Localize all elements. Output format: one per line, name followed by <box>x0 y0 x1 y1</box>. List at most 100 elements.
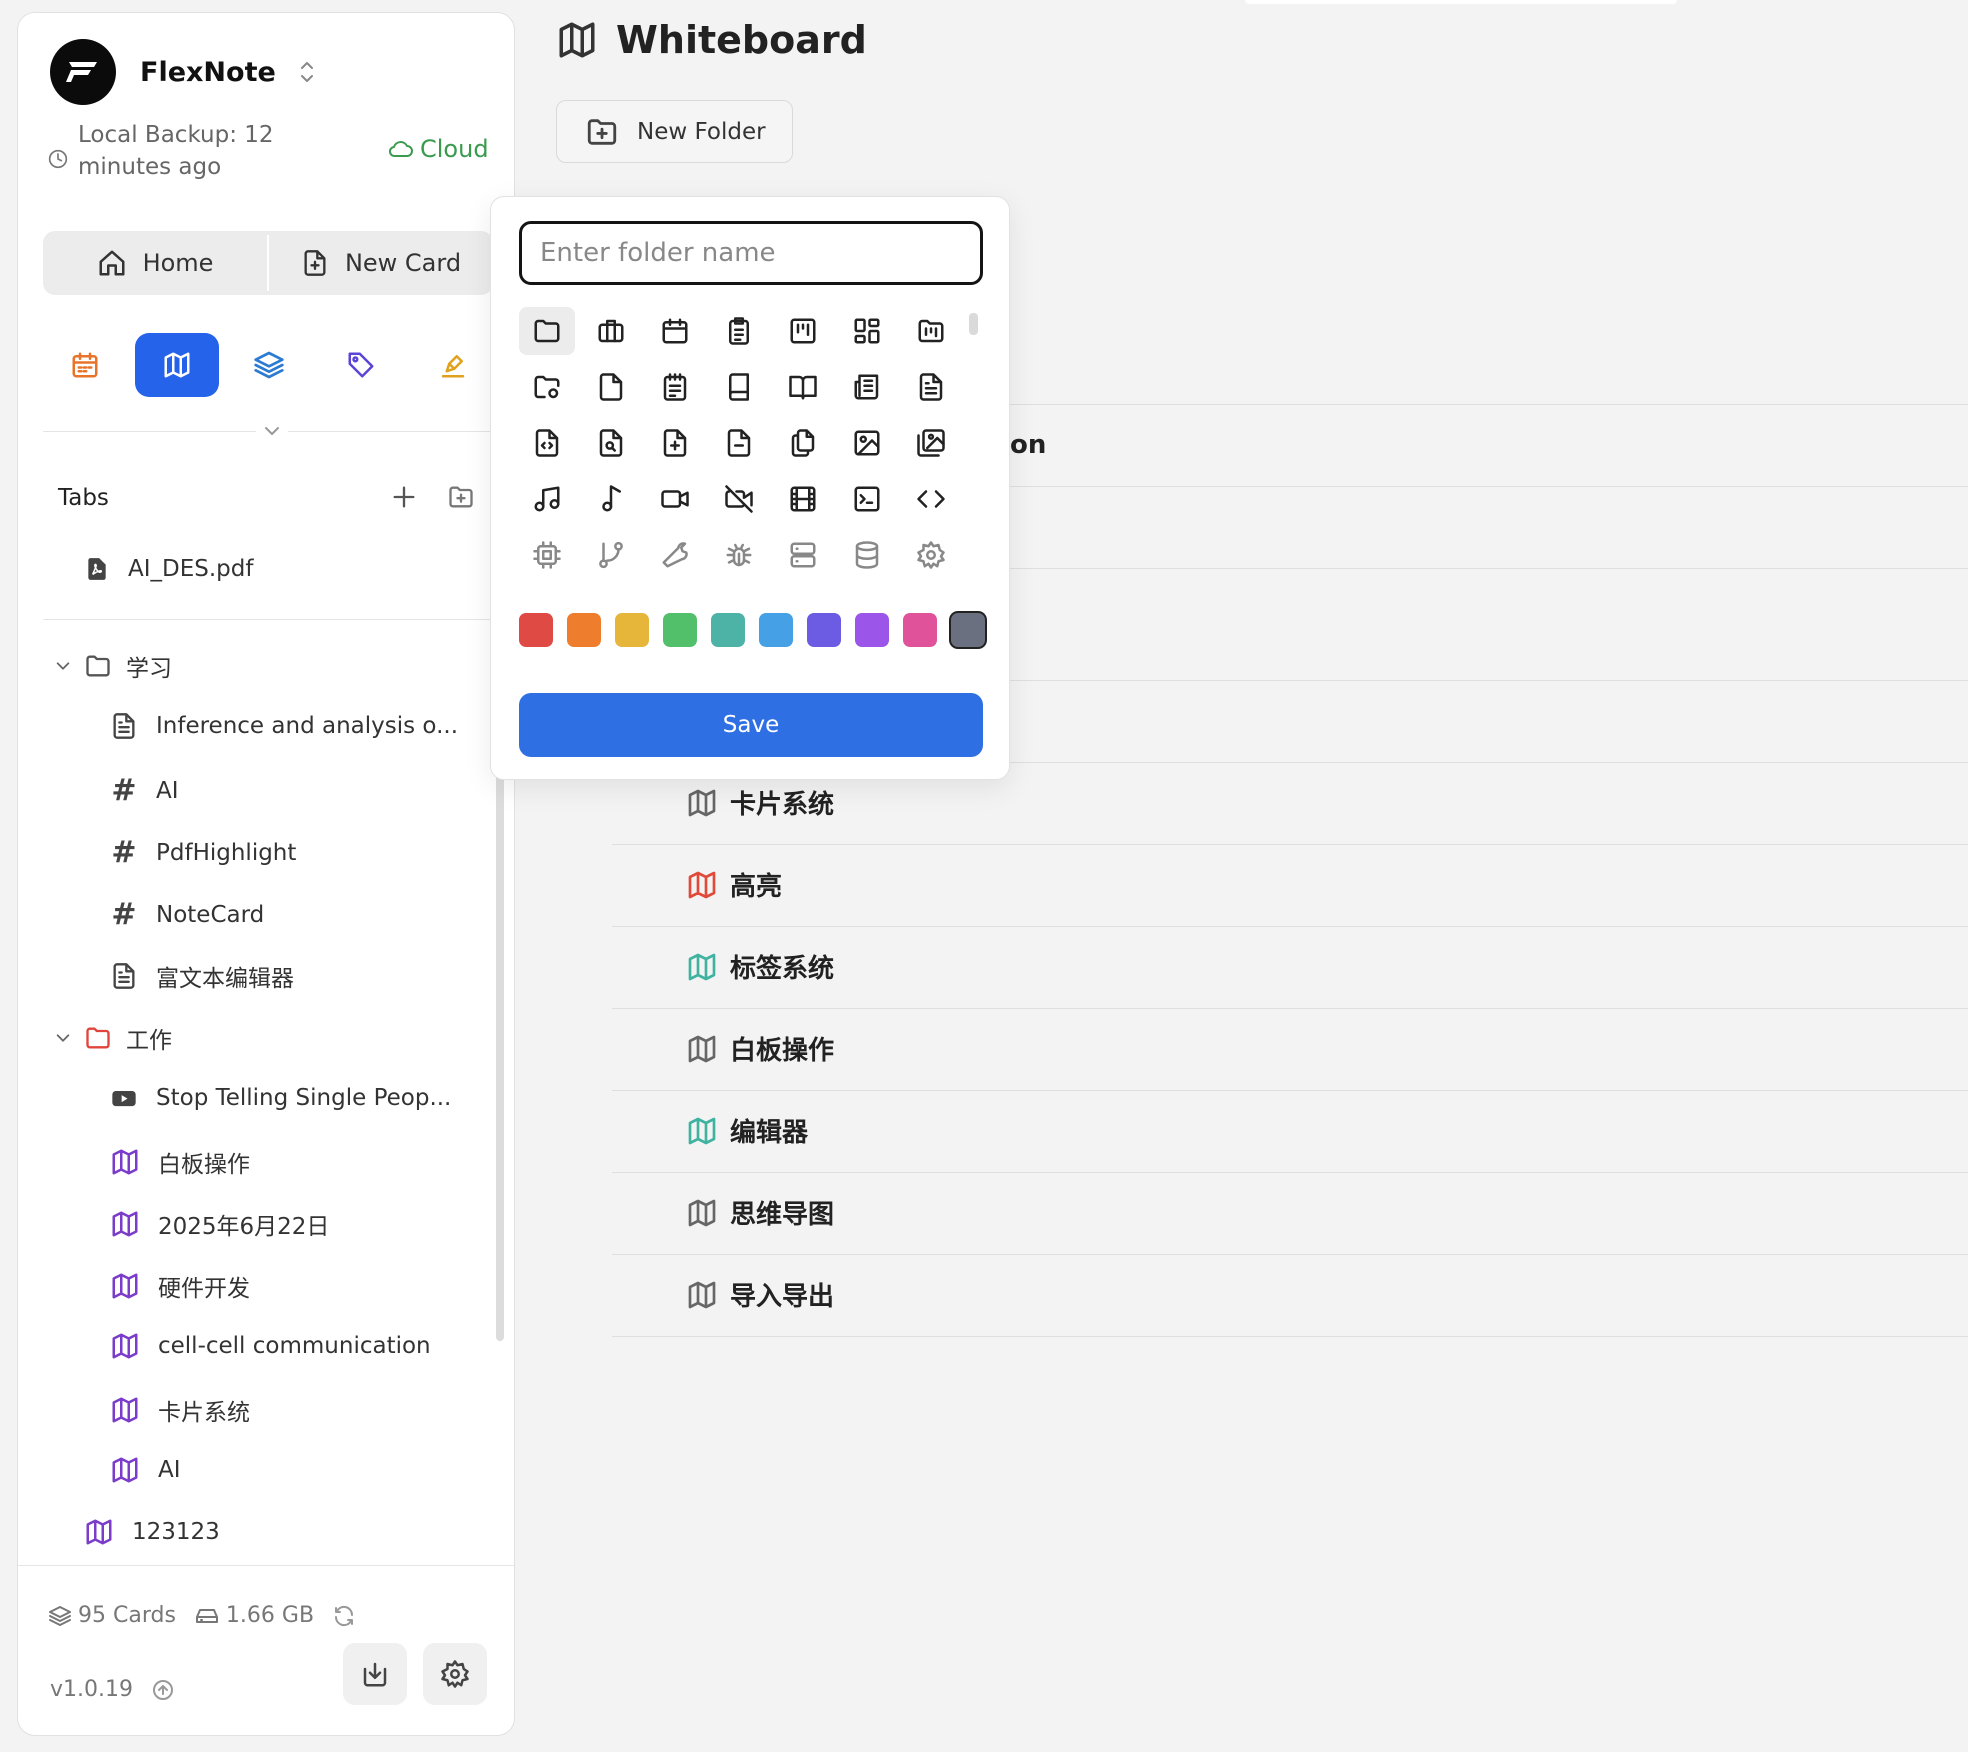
item-label: 硬件开发 <box>158 1276 250 1302</box>
notepad-icon[interactable] <box>647 363 703 411</box>
new-folder-button[interactable]: New Folder <box>556 100 793 163</box>
book-open-icon[interactable] <box>775 363 831 411</box>
music-icon[interactable] <box>519 475 575 523</box>
file-code-icon[interactable] <box>519 419 575 467</box>
new-card-button[interactable]: New Card <box>269 231 493 295</box>
color-swatch-indigo[interactable] <box>807 613 841 647</box>
server-icon[interactable] <box>775 531 831 579</box>
row-divider <box>612 1090 1968 1091</box>
list-item[interactable]: 硬件开发 <box>110 1269 250 1303</box>
flexnote-logo <box>50 39 116 105</box>
clock-icon <box>48 149 68 183</box>
color-swatch-blue[interactable] <box>759 613 793 647</box>
color-swatch-gray[interactable] <box>951 613 985 647</box>
list-item[interactable]: 白板操作 <box>110 1145 250 1179</box>
import-button[interactable] <box>343 1643 407 1705</box>
map-icon <box>688 789 716 816</box>
file-text-icon[interactable] <box>903 363 959 411</box>
folder-cog-icon[interactable] <box>519 363 575 411</box>
clipboard-list-icon[interactable] <box>711 307 767 355</box>
whiteboard-row[interactable]: 卡片系统 <box>686 784 834 821</box>
tags-mode-button[interactable] <box>319 333 403 397</box>
home-label: Home <box>142 249 214 277</box>
map-icon <box>112 1397 138 1423</box>
highlights-mode-button[interactable] <box>411 333 495 397</box>
color-swatch-teal[interactable] <box>711 613 745 647</box>
color-swatch-green[interactable] <box>663 613 697 647</box>
map-icon <box>688 1281 716 1308</box>
git-branch-icon[interactable] <box>583 531 639 579</box>
file-plus-icon[interactable] <box>647 419 703 467</box>
kanban-icon[interactable] <box>775 307 831 355</box>
file-minus-icon[interactable] <box>711 419 767 467</box>
newspaper-icon[interactable] <box>839 363 895 411</box>
dashboard-icon[interactable] <box>839 307 895 355</box>
folder-icon[interactable] <box>519 307 575 355</box>
list-item[interactable]: cell-cell communication <box>110 1331 431 1361</box>
tab-item[interactable]: AI_DES.pdf <box>84 555 253 583</box>
settings-button[interactable] <box>423 1643 487 1705</box>
row-label: 思维导图 <box>730 1200 835 1230</box>
database-icon[interactable] <box>839 531 895 579</box>
video-icon[interactable] <box>647 475 703 523</box>
wrench-icon[interactable] <box>647 531 703 579</box>
images-icon[interactable] <box>903 419 959 467</box>
briefcase-icon[interactable] <box>583 307 639 355</box>
book-icon[interactable] <box>711 363 767 411</box>
calendar-mode-button[interactable] <box>43 333 127 397</box>
icon-grid-scrollbar[interactable] <box>969 313 978 335</box>
color-swatch-yellow[interactable] <box>615 613 649 647</box>
list-item[interactable]: 卡片系统 <box>110 1393 250 1427</box>
video-off-icon[interactable] <box>711 475 767 523</box>
list-item[interactable]: Stop Telling Single Peop... <box>110 1083 451 1113</box>
expand-modes-toggle[interactable] <box>256 423 288 439</box>
bug-icon[interactable] <box>711 531 767 579</box>
file-search-icon[interactable] <box>583 419 639 467</box>
list-item[interactable]: 富文本编辑器 <box>110 959 294 993</box>
home-button[interactable]: Home <box>43 231 267 295</box>
color-swatch-pink[interactable] <box>903 613 937 647</box>
row-label: 导入导出 <box>730 1282 835 1312</box>
save-button[interactable]: Save <box>519 693 983 757</box>
list-item[interactable]: 2025年6月22日 <box>110 1207 329 1241</box>
folder-name-input[interactable] <box>519 221 983 285</box>
whiteboard-row[interactable]: 编辑器 <box>686 1112 808 1149</box>
list-item[interactable]: # AI <box>110 773 178 808</box>
calendar-icon[interactable] <box>647 307 703 355</box>
image-icon[interactable] <box>839 419 895 467</box>
music-note-icon[interactable] <box>583 475 639 523</box>
whiteboard-row[interactable]: 标签系统 <box>686 948 834 985</box>
code-icon[interactable] <box>903 475 959 523</box>
color-swatch-purple[interactable] <box>855 613 889 647</box>
film-icon[interactable] <box>775 475 831 523</box>
folder-row-study[interactable]: 学习 <box>54 649 172 683</box>
tabs-heading: Tabs <box>58 485 109 511</box>
list-item[interactable]: # NoteCard <box>110 897 264 932</box>
workspace-switcher[interactable]: FlexNote <box>50 39 316 105</box>
add-folder-button[interactable] <box>446 483 476 511</box>
color-swatch-orange[interactable] <box>567 613 601 647</box>
cloud-sync-button[interactable]: Cloud <box>388 135 489 163</box>
folder-kanban-icon[interactable] <box>903 307 959 355</box>
list-item[interactable]: 123123 <box>84 1517 220 1547</box>
list-item[interactable]: Inference and analysis o... <box>110 711 458 741</box>
cpu-icon[interactable] <box>519 531 575 579</box>
files-icon[interactable] <box>775 419 831 467</box>
folder-row-work[interactable]: 工作 <box>54 1021 172 1055</box>
terminal-icon[interactable] <box>839 475 895 523</box>
add-tab-button[interactable] <box>390 483 418 511</box>
list-item[interactable]: # PdfHighlight <box>110 835 296 870</box>
whiteboard-row[interactable]: 思维导图 <box>686 1194 834 1231</box>
cards-mode-button[interactable] <box>227 333 311 397</box>
map-icon <box>688 1199 716 1226</box>
settings-icon[interactable] <box>903 531 959 579</box>
refresh-button[interactable] <box>332 1604 356 1628</box>
color-swatch-red[interactable] <box>519 613 553 647</box>
list-item[interactable]: AI <box>110 1455 181 1485</box>
whiteboard-row[interactable]: 高亮 <box>686 866 782 903</box>
whiteboard-mode-button[interactable] <box>135 333 219 397</box>
item-label: 123123 <box>132 1519 220 1545</box>
whiteboard-row[interactable]: 白板操作 <box>686 1030 834 1067</box>
file-icon[interactable] <box>583 363 639 411</box>
whiteboard-row[interactable]: 导入导出 <box>686 1276 834 1313</box>
